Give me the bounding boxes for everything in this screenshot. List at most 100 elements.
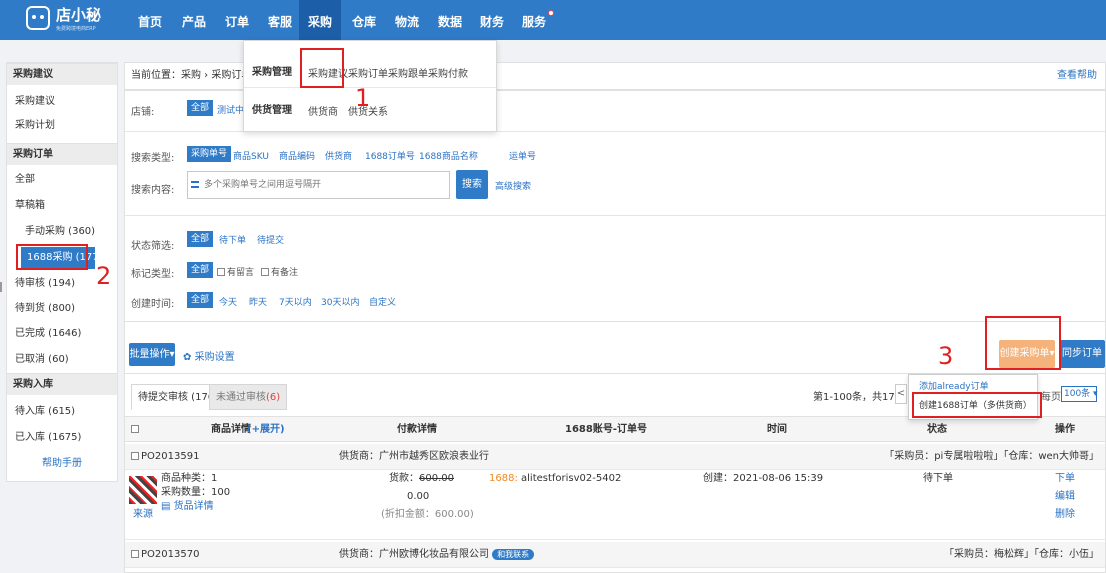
mark-message-checkbox[interactable]: 有留言 <box>217 265 254 278</box>
sidebar-heading-inbound: 采购入库 <box>7 373 117 395</box>
time-today[interactable]: 今天 <box>219 295 237 308</box>
menu-item-tracking[interactable]: 采购跟单 <box>388 65 428 80</box>
search-type-label: 搜索类型: <box>131 153 175 164</box>
highlight-box-3a <box>985 316 1061 370</box>
product-thumbnail[interactable] <box>129 476 157 504</box>
sidebar-item-cancelled[interactable]: 已取消 (60) <box>7 349 117 371</box>
batch-actions-button[interactable]: 批量操作▾ <box>129 343 175 366</box>
brand-name: 店小秘 <box>56 6 102 24</box>
list-icon <box>191 181 199 188</box>
search-type-po[interactable]: 采购单号 <box>187 146 232 162</box>
status-to-submit[interactable]: 待提交 <box>257 233 284 246</box>
sidebar-heading-orders: 采购订单 <box>7 143 117 165</box>
sidebar-item-manual[interactable]: 手动采购 (360) <box>7 221 117 243</box>
search-type-code[interactable]: 商品编码 <box>279 149 315 162</box>
gear-icon: ✿ <box>183 352 192 363</box>
status-to-order[interactable]: 待下单 <box>219 233 246 246</box>
order-po-number[interactable]: PO2013570 <box>131 542 199 568</box>
action-bar: 批量操作▾ ✿ 采购设置 创建采购单▾ 同步订单 <box>124 322 1106 374</box>
time-yesterday[interactable]: 昨天 <box>249 295 267 308</box>
col-1688-account: 1688账号-订单号 <box>565 424 647 435</box>
edit-order-link[interactable]: 编辑 <box>1055 490 1075 503</box>
menu-item-payment[interactable]: 采购付款 <box>428 65 468 80</box>
sidebar-help-link[interactable]: 帮助手册 <box>7 455 117 473</box>
time-7days[interactable]: 7天以内 <box>279 295 312 308</box>
place-order-link[interactable]: 下单 <box>1055 472 1075 485</box>
order-buyer-warehouse: 「采购员：梅松辉」「仓库：小伍」 <box>944 549 1099 560</box>
nav-data[interactable]: 数据 <box>432 0 468 40</box>
scroll-rail[interactable] <box>0 282 2 292</box>
delete-order-link[interactable]: 删除 <box>1055 508 1075 521</box>
search-input[interactable] <box>187 171 450 199</box>
menu-item-supplier[interactable]: 供货商 <box>308 103 338 118</box>
highlight-box-1 <box>300 48 344 88</box>
nav-warehouse[interactable]: 仓库 <box>346 0 382 40</box>
per-page-select[interactable]: 100条 ▾ <box>1061 386 1098 402</box>
expand-link[interactable]: (+展开) <box>247 417 285 443</box>
dropdown-item-add-existing[interactable]: 添加already订单 <box>919 379 989 392</box>
time-custom[interactable]: 自定义 <box>369 295 396 308</box>
search-button[interactable]: 搜索 <box>456 170 488 199</box>
shop-label: 店铺: <box>131 107 155 118</box>
tab-rejected[interactable]: 未通过审核(6) <box>209 384 288 410</box>
advanced-search-link[interactable]: 高级搜索 <box>495 179 531 192</box>
order-supplier: 供货商：广州欧博化妆品有限公司 和我联系 <box>339 542 535 568</box>
nav-purchase[interactable]: 采购 <box>299 0 341 40</box>
nav-finance[interactable]: 财务 <box>474 0 510 40</box>
menu-item-orders[interactable]: 采购订单 <box>348 65 388 80</box>
sidebar-item-arrival[interactable]: 待到货 (800) <box>7 298 117 320</box>
order-po-number[interactable]: PO2013591 <box>131 444 199 470</box>
menu-group-supply: 供货管理 <box>252 105 292 116</box>
shop-test-option[interactable]: 测试中 <box>217 103 244 116</box>
sidebar-item-to-inbound[interactable]: 待入库 (615) <box>7 401 117 423</box>
payment-discount: (折扣金额：600.00) <box>381 509 474 520</box>
sidebar-item-done[interactable]: 已完成 (1646) <box>7 323 117 345</box>
goods-kinds: 商品种类：1 <box>161 473 218 484</box>
status-all-chip[interactable]: 全部 <box>187 231 214 247</box>
search-type-supplier[interactable]: 供货商 <box>325 149 352 162</box>
pager-prev-button[interactable]: < <box>895 384 907 404</box>
sidebar-item-draft[interactable]: 草稿箱 <box>7 195 117 217</box>
source-link[interactable]: 来源 <box>133 508 153 521</box>
select-all-checkbox[interactable] <box>131 417 141 443</box>
sync-orders-button[interactable]: 同步订单 <box>1059 340 1105 368</box>
help-link[interactable]: 查看帮助 <box>1057 63 1097 89</box>
contact-badge[interactable]: 和我联系 <box>492 549 535 560</box>
search-type-sku[interactable]: 商品SKU <box>233 149 269 162</box>
sidebar-item-all[interactable]: 全部 <box>7 169 117 191</box>
order-row-header: PO2013570 供货商：广州欧博化妆品有限公司 和我联系 「采购员：梅松辉」… <box>125 542 1105 568</box>
app-logo[interactable]: 店小秘 免费跨境电商ERP <box>26 4 102 36</box>
sidebar-item-inbounded[interactable]: 已入库 (1675) <box>7 427 117 449</box>
mark-note-checkbox[interactable]: 有备注 <box>261 265 298 278</box>
shop-all-chip[interactable]: 全部 <box>187 100 214 116</box>
search-content-label: 搜索内容: <box>131 185 175 196</box>
created-time: 创建：2021-08-06 15:39 <box>703 473 824 484</box>
time-all-chip[interactable]: 全部 <box>187 292 214 308</box>
highlight-box-2 <box>16 244 88 270</box>
mark-all-chip[interactable]: 全部 <box>187 262 214 278</box>
col-time: 时间 <box>767 424 787 435</box>
annotation-number-1: 1 <box>355 84 371 112</box>
nav-orders[interactable]: 订单 <box>219 0 255 40</box>
goods-detail-link[interactable]: ▤ 货品详情 <box>161 500 214 513</box>
search-type-1688-name[interactable]: 1688商品名称 <box>419 149 478 162</box>
nav-logistics[interactable]: 物流 <box>389 0 425 40</box>
search-type-waybill[interactable]: 运单号 <box>509 149 536 162</box>
sidebar-item-plan[interactable]: 采购计划 <box>7 115 117 137</box>
nav-products[interactable]: 产品 <box>176 0 212 40</box>
nav-home[interactable]: 首页 <box>130 0 170 40</box>
sidebar-item-suggest[interactable]: 采购建议 <box>7 91 117 113</box>
ali-account: 1688: alitestforisv02-5402 <box>489 473 622 484</box>
checkbox-icon <box>131 425 139 433</box>
search-type-1688-order[interactable]: 1688订单号 <box>365 149 415 162</box>
nav-services[interactable]: 服务 <box>516 0 552 40</box>
robot-face-icon <box>26 6 50 30</box>
purchase-settings-link[interactable]: ✿ 采购设置 <box>183 348 235 363</box>
time-30days[interactable]: 30天以内 <box>321 295 359 308</box>
goods-qty: 采购数量：100 <box>161 487 231 498</box>
col-status: 状态 <box>927 424 947 435</box>
nav-service[interactable]: 客服 <box>262 0 298 40</box>
sidebar-heading-suggest: 采购建议 <box>7 63 117 85</box>
status-label: 状态筛选: <box>131 241 175 252</box>
order-detail-row: 来源 商品种类：1 采购数量：100 ▤ 货品详情 货款：600.00 0.00… <box>125 468 1105 540</box>
